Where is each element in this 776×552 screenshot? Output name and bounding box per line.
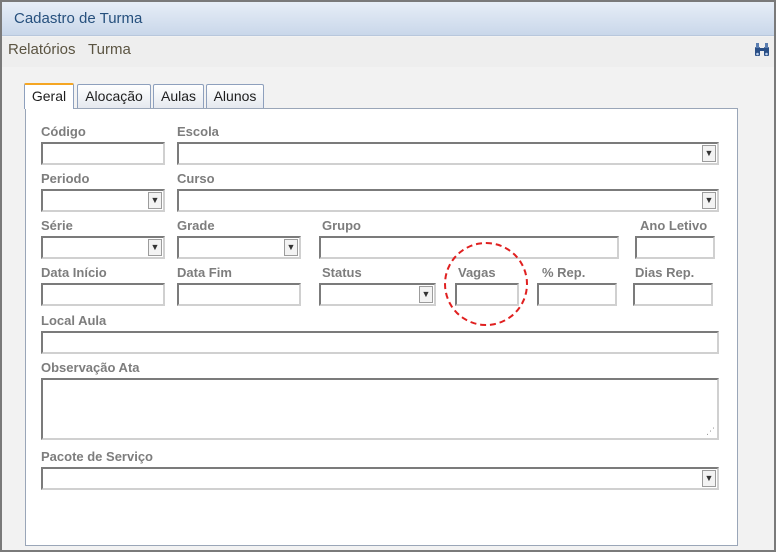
serie-select[interactable]: ▼ xyxy=(41,236,165,259)
label-grade: Grade xyxy=(177,218,215,233)
escola-select[interactable]: ▼ xyxy=(177,142,719,165)
label-escola: Escola xyxy=(177,124,219,139)
label-dias-rep: Dias Rep. xyxy=(635,265,695,280)
status-select[interactable]: ▼ xyxy=(319,283,436,306)
label-curso: Curso xyxy=(177,171,215,186)
label-observacao-ata: Observação Ata xyxy=(41,360,140,375)
label-grupo: Grupo xyxy=(322,218,361,233)
pct-rep-input[interactable] xyxy=(537,283,617,306)
chevron-down-icon[interactable]: ▼ xyxy=(419,286,433,303)
grade-select[interactable]: ▼ xyxy=(177,236,301,259)
ano-letivo-input[interactable] xyxy=(635,236,715,259)
menu-bar: Relatórios Turma xyxy=(2,37,774,67)
curso-select[interactable]: ▼ xyxy=(177,189,719,212)
data-inicio-input[interactable] xyxy=(41,283,165,306)
menu-item-turma[interactable]: Turma xyxy=(88,41,131,58)
app-window: Cadastro de Turma Relatórios Turma Geral… xyxy=(0,0,776,552)
chevron-down-icon[interactable]: ▼ xyxy=(284,239,298,256)
pacote-servico-select[interactable]: ▼ xyxy=(41,467,719,490)
chevron-down-icon[interactable]: ▼ xyxy=(702,145,716,162)
data-fim-input[interactable] xyxy=(177,283,301,306)
chevron-down-icon[interactable]: ▼ xyxy=(702,470,716,487)
tab-panel-geral: Código Escola ▼ Periodo ▼ Curso ▼ Série … xyxy=(25,108,738,546)
content-area: Geral Alocação Aulas Alunos Código Escol… xyxy=(2,67,774,550)
label-codigo: Código xyxy=(41,124,86,139)
highlight-circle xyxy=(444,242,528,326)
title-bar: Cadastro de Turma xyxy=(2,2,774,36)
label-data-inicio: Data Início xyxy=(41,265,107,280)
tab-alocacao[interactable]: Alocação xyxy=(77,84,151,109)
label-pct-rep: % Rep. xyxy=(542,265,586,280)
label-local-aula: Local Aula xyxy=(41,313,107,328)
chevron-down-icon[interactable]: ▼ xyxy=(702,192,716,209)
local-aula-input[interactable] xyxy=(41,331,719,354)
tab-aulas[interactable]: Aulas xyxy=(153,84,204,109)
observacao-ata-textarea[interactable]: ⋰ xyxy=(41,378,719,440)
label-status: Status xyxy=(322,265,362,280)
codigo-input[interactable] xyxy=(41,142,165,165)
resize-grip-icon[interactable]: ⋰ xyxy=(706,426,715,437)
chevron-down-icon[interactable]: ▼ xyxy=(148,239,162,256)
binoculars-icon[interactable] xyxy=(754,42,770,58)
label-pacote-servico: Pacote de Serviço xyxy=(41,449,153,464)
tab-alunos[interactable]: Alunos xyxy=(206,84,264,109)
dias-rep-input[interactable] xyxy=(633,283,713,306)
label-ano-letivo: Ano Letivo xyxy=(640,218,708,233)
window-title: Cadastro de Turma xyxy=(14,10,143,27)
label-data-fim: Data Fim xyxy=(177,265,232,280)
menu-item-relatorios[interactable]: Relatórios xyxy=(8,41,76,58)
label-serie: Série xyxy=(41,218,73,233)
label-periodo: Periodo xyxy=(41,171,90,186)
chevron-down-icon[interactable]: ▼ xyxy=(148,192,162,209)
tab-geral[interactable]: Geral xyxy=(24,83,74,109)
periodo-select[interactable]: ▼ xyxy=(41,189,165,212)
